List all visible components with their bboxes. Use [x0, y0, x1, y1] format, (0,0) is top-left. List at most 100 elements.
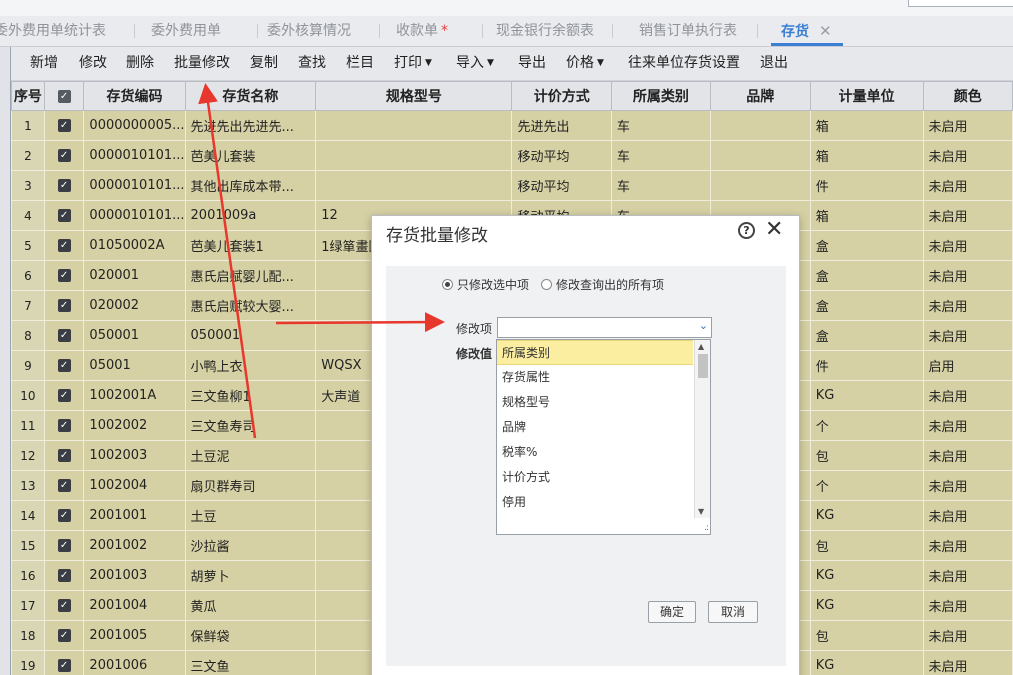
export-button[interactable]: 导出 [518, 48, 546, 80]
table-row[interactable]: 3 ✓ 0000010101... 其他出库成本带... 移动平均车 件未启用 [11, 170, 1013, 201]
row-number: 16 [11, 560, 45, 591]
tab-outsource-accounting[interactable]: 委外核算情况 [267, 16, 380, 47]
cell-name: 胡萝卜 [184, 560, 317, 591]
dropdown-option[interactable]: 计价方式 [497, 465, 693, 490]
row-checkbox[interactable]: ✓ [43, 350, 85, 381]
column-header[interactable]: 序号 [11, 81, 45, 111]
checkbox-checked-icon: ✓ [57, 119, 71, 132]
tab-inventory[interactable]: 存货 ✕ [771, 16, 843, 46]
row-checkbox[interactable]: ✓ [43, 410, 85, 441]
row-checkbox[interactable]: ✓ [43, 200, 85, 231]
row-checkbox[interactable]: ✓ [43, 470, 85, 501]
print-dropdown[interactable]: 打印 ▼ [394, 48, 432, 80]
row-checkbox[interactable]: ✓ [43, 560, 85, 591]
tab-sales-order-execution[interactable]: 销售订单执行表 [639, 16, 758, 47]
tab-label: 销售订单执行表 [639, 23, 737, 39]
dropdown-option[interactable]: 所属类别 [497, 340, 693, 365]
tab-outsource-fee[interactable]: 委外费用单 [151, 16, 258, 47]
columns-button[interactable]: 栏目 [346, 48, 374, 80]
cell-unit: 包 [809, 440, 924, 471]
dropdown-option[interactable]: 品牌 [497, 415, 693, 440]
dropdown-option[interactable]: 存货属性 [497, 365, 693, 390]
row-checkbox[interactable]: ✓ [43, 440, 85, 471]
close-icon[interactable]: ✕ [765, 217, 783, 242]
cell-code: 0000000005... [83, 110, 186, 141]
select-all-checkbox[interactable]: ✓ [43, 81, 85, 111]
column-header[interactable]: 规格型号 [315, 81, 513, 111]
add-button[interactable]: 新增 [30, 48, 58, 80]
table-row[interactable]: 1 ✓ 0000000005... 先进先出先进先... 先进先出车 箱未启用 [11, 110, 1013, 141]
row-checkbox[interactable]: ✓ [43, 620, 85, 651]
batch-edit-button[interactable]: 批量修改 [174, 48, 230, 80]
row-checkbox[interactable]: ✓ [43, 230, 85, 261]
dropdown-option[interactable]: 停用 [497, 490, 693, 515]
dropdown-scrollbar[interactable]: ▲ ▼ [694, 340, 710, 518]
row-checkbox[interactable]: ✓ [43, 320, 85, 351]
cell-name: 芭美儿套装1 [184, 230, 317, 261]
row-number: 17 [11, 590, 45, 621]
row-checkbox[interactable]: ✓ [43, 170, 85, 201]
checkbox-checked-icon: ✓ [57, 509, 71, 522]
checkbox-checked-icon: ✓ [57, 209, 71, 222]
cell-color: 未启用 [922, 590, 1013, 621]
help-icon[interactable]: ? [738, 222, 755, 239]
row-checkbox[interactable]: ✓ [43, 140, 85, 171]
row-checkbox[interactable]: ✓ [43, 380, 85, 411]
dropdown-option[interactable]: 规格型号 [497, 390, 693, 415]
radio-selected-only[interactable]: 只修改选中项 [442, 276, 529, 293]
import-dropdown[interactable]: 导入 ▼ [456, 48, 494, 80]
cell-unit: 个 [809, 410, 924, 441]
cancel-button[interactable]: 取消 [708, 601, 758, 623]
column-header[interactable]: 计价方式 [511, 81, 612, 111]
cell-color: 未启用 [922, 530, 1013, 561]
edit-button[interactable]: 修改 [79, 48, 107, 80]
column-header[interactable]: 所属类别 [610, 81, 711, 111]
cell-color: 未启用 [922, 230, 1013, 261]
delete-button[interactable]: 删除 [126, 48, 154, 80]
column-header[interactable]: 存货名称 [184, 81, 317, 111]
row-checkbox[interactable]: ✓ [43, 260, 85, 291]
row-checkbox[interactable]: ✓ [43, 500, 85, 531]
cell-code: 0000010101... [83, 140, 186, 171]
left-edge-bar [0, 47, 11, 675]
tab-label: 收款单 [396, 23, 438, 39]
row-checkbox[interactable]: ✓ [43, 110, 85, 141]
dropdown-option[interactable]: 税率% [497, 440, 693, 465]
ok-button[interactable]: 确定 [648, 601, 696, 623]
tab-cash-bank-balance[interactable]: 现金银行余额表 [496, 16, 613, 47]
row-number: 10 [11, 380, 45, 411]
row-checkbox[interactable]: ✓ [43, 590, 85, 621]
button-label: 退出 [760, 55, 788, 71]
row-checkbox[interactable]: ✓ [43, 530, 85, 561]
resize-grip-icon[interactable]: .: [704, 523, 709, 533]
find-button[interactable]: 查找 [298, 48, 326, 80]
column-header[interactable]: 颜色 [922, 81, 1013, 111]
tab-receipt[interactable]: 收款单 * [396, 16, 483, 47]
scroll-thumb[interactable] [698, 354, 708, 378]
copy-button[interactable]: 复制 [250, 48, 278, 80]
column-header[interactable]: 计量单位 [809, 81, 924, 111]
cell-color: 未启用 [922, 170, 1013, 201]
row-checkbox[interactable]: ✓ [43, 290, 85, 321]
scroll-up-icon[interactable]: ▲ [698, 342, 704, 351]
price-dropdown[interactable]: 价格 ▼ [566, 48, 604, 80]
radio-all-queried[interactable]: 修改查询出的所有项 [541, 276, 664, 293]
button-label: 修改 [79, 55, 107, 71]
row-checkbox[interactable]: ✓ [43, 650, 85, 675]
partner-inventory-settings-button[interactable]: 往来单位存货设置 [628, 48, 740, 80]
scroll-down-icon[interactable]: ▼ [698, 507, 704, 516]
tab-label: 委外费用单 [151, 23, 221, 39]
column-header[interactable]: 品牌 [709, 81, 811, 111]
field-select[interactable]: ⌄ [497, 317, 712, 338]
table-row[interactable]: 2 ✓ 0000010101... 芭美儿套装 移动平均车 箱未启用 [11, 140, 1013, 171]
option-list: 所属类别 存货属性 规格型号 品牌 税率% 计价方式 停用 [497, 340, 710, 515]
row-number: 2 [11, 140, 45, 171]
exit-button[interactable]: 退出 [760, 48, 788, 80]
close-icon[interactable]: ✕ [819, 22, 832, 40]
chevron-down-icon[interactable]: ⌄ [699, 319, 708, 332]
checkbox-checked-icon: ✓ [57, 359, 71, 372]
tab-outsource-fee-stats[interactable]: 委外费用单统计表 [0, 16, 135, 47]
cell-category: 车 [610, 110, 711, 141]
cell-code: 0000010101... [83, 200, 186, 231]
column-header[interactable]: 存货编码 [83, 81, 186, 111]
